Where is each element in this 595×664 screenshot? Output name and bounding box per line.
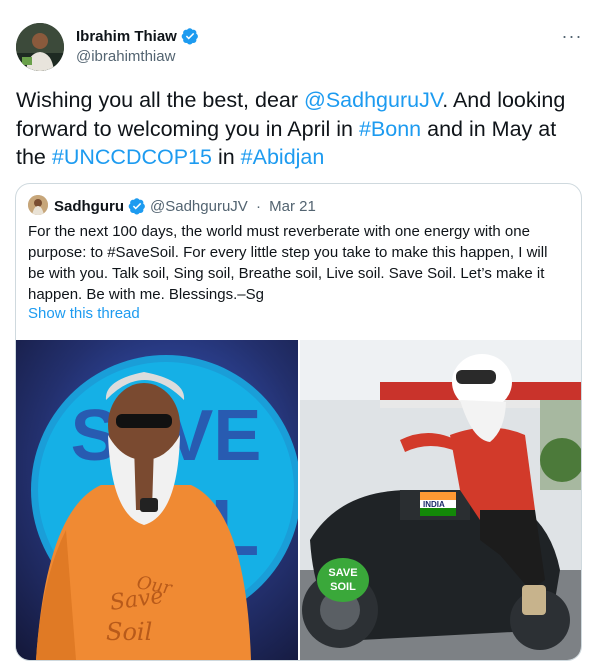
svg-text:SOIL: SOIL xyxy=(330,581,356,593)
tweet-text-part: Wishing you all the best, dear xyxy=(16,88,305,112)
quoted-tweet-card[interactable]: Sadhguru @SadhguruJV · Mar 21 For the ne… xyxy=(15,183,582,661)
quoted-author-handle[interactable]: @SadhguruJV xyxy=(150,198,248,215)
mention-link[interactable]: @SadhguruJV xyxy=(304,88,442,112)
author-avatar[interactable] xyxy=(16,23,64,71)
quoted-author-avatar[interactable] xyxy=(28,195,48,215)
quoted-media-photo-left[interactable]: SAVE SOIL Save Our Soil xyxy=(16,340,298,660)
tweet: Ibrahim Thiaw @ibrahimthiaw ··· Wishing … xyxy=(0,0,595,664)
svg-text:Soil: Soil xyxy=(106,618,152,646)
tweet-text: Wishing you all the best, dear @Sadhguru… xyxy=(16,86,584,172)
quoted-tweet-text: For the next 100 days, the world must re… xyxy=(28,223,548,303)
hashtag-abidjan-link[interactable]: #Abidjan xyxy=(241,145,325,169)
save-soil-sticker-text: SAVE xyxy=(328,567,357,579)
more-options-icon[interactable]: ··· xyxy=(558,22,586,50)
quoted-media-photo-right[interactable]: INDIA SAVE SOIL xyxy=(300,340,581,660)
quoted-verified-badge-icon xyxy=(128,197,146,215)
author-name[interactable]: Ibrahim Thiaw xyxy=(76,27,199,45)
quoted-author-name[interactable]: Sadhguru xyxy=(54,198,124,215)
author-handle[interactable]: @ibrahimthiaw xyxy=(76,48,175,65)
verified-badge-icon xyxy=(181,27,199,45)
separator-dot: · xyxy=(251,197,266,215)
hashtag-bonn-link[interactable]: #Bonn xyxy=(359,117,421,141)
quoted-tweet-header: Sadhguru @SadhguruJV · Mar 21 xyxy=(54,197,316,215)
flag-text: INDIA xyxy=(423,500,445,509)
hashtag-unccdcop15-link[interactable]: #UNCCDCOP15 xyxy=(52,145,212,169)
tweet-text-part: in xyxy=(211,145,241,169)
show-thread-link[interactable]: Show this thread xyxy=(28,305,140,322)
author-name-text[interactable]: Ibrahim Thiaw xyxy=(76,28,177,45)
quoted-tweet-date[interactable]: Mar 21 xyxy=(269,198,316,215)
